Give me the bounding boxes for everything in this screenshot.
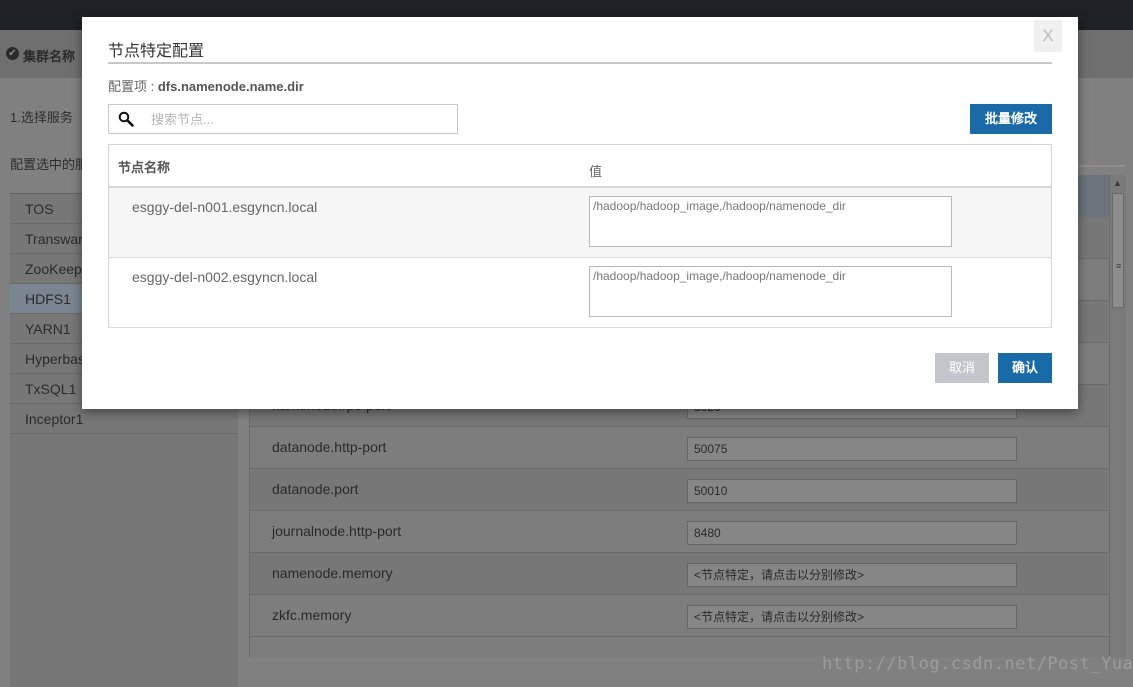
config-label: 配置选中的服 xyxy=(10,157,89,172)
config-item-name: dfs.namenode.name.dir xyxy=(157,79,304,94)
scroll-up-arrow-icon[interactable]: ▲ xyxy=(1113,178,1122,188)
config-key: datanode.port xyxy=(272,481,359,497)
config-key: journalnode.http-port xyxy=(272,523,402,539)
table-row: esggy-del-n002.esgyncn.local /hadoop/had… xyxy=(109,258,1051,328)
batch-edit-button[interactable]: 批量修改 xyxy=(970,104,1052,134)
cluster-title: 集群名称 xyxy=(23,49,76,64)
config-value-input[interactable]: 50010 xyxy=(687,479,1017,503)
config-value-input[interactable]: 50075 xyxy=(687,437,1017,461)
step-label: 1.选择服务 xyxy=(10,110,73,125)
node-value-textarea[interactable]: /hadoop/hadoop_image,/hadoop/namenode_di… xyxy=(589,196,952,247)
confirm-button[interactable]: 确认 xyxy=(998,353,1052,383)
search-icon xyxy=(118,111,134,127)
config-item-prefix: 配置项 : xyxy=(108,79,158,94)
cancel-button[interactable]: 取消 xyxy=(935,353,989,383)
config-row: namenode.memory <节点特定，请点击以分别修改> xyxy=(250,553,1108,595)
dialog-title: 节点特定配置 xyxy=(108,43,205,60)
node-specific-config-dialog: 节点特定配置 X 配置项 : dfs.namenode.name.dir 批量修… xyxy=(82,17,1078,409)
node-table: 节点名称 值 esggy-del-n001.esgyncn.local /had… xyxy=(108,144,1052,328)
watermark: http://blog.csdn.net/Post_Yuan xyxy=(822,654,1133,674)
config-key: datanode.http-port xyxy=(272,439,387,455)
close-button[interactable]: X xyxy=(1034,20,1062,52)
config-row: zkfc.memory <节点特定，请点击以分别修改> xyxy=(250,595,1108,637)
column-header-value: 值 xyxy=(589,164,603,179)
table-row: esggy-del-n001.esgyncn.local /hadoop/had… xyxy=(109,188,1051,258)
config-row: datanode.http-port 50075 xyxy=(250,427,1108,469)
search-input[interactable] xyxy=(151,106,451,132)
node-name: esggy-del-n001.esgyncn.local xyxy=(132,199,318,215)
scrollbar-thumb[interactable]: ≡ xyxy=(1112,193,1124,308)
node-name: esggy-del-n002.esgyncn.local xyxy=(132,269,318,285)
node-value-textarea[interactable]: /hadoop/hadoop_image,/hadoop/namenode_di… xyxy=(589,266,952,317)
config-row: datanode.port 50010 xyxy=(250,469,1108,511)
config-row: journalnode.http-port 8480 xyxy=(250,511,1108,553)
check-circle-icon: ✔ xyxy=(6,47,19,60)
config-value-input[interactable]: 8480 xyxy=(687,521,1017,545)
config-item-line: 配置项 : dfs.namenode.name.dir xyxy=(108,76,304,95)
config-value-input[interactable]: <节点特定，请点击以分别修改> xyxy=(687,563,1017,587)
table-header: 节点名称 值 xyxy=(109,145,1051,188)
config-key: namenode.memory xyxy=(272,565,393,581)
column-header-node-name: 节点名称 xyxy=(118,160,171,175)
grip-icon: ≡ xyxy=(1116,261,1122,271)
title-divider xyxy=(108,62,1052,64)
search-box[interactable] xyxy=(108,104,458,134)
vertical-scrollbar[interactable]: ▲ ≡ xyxy=(1109,175,1126,657)
config-value-input[interactable]: <节点特定，请点击以分别修改> xyxy=(687,605,1017,629)
config-key: zkfc.memory xyxy=(272,607,352,623)
